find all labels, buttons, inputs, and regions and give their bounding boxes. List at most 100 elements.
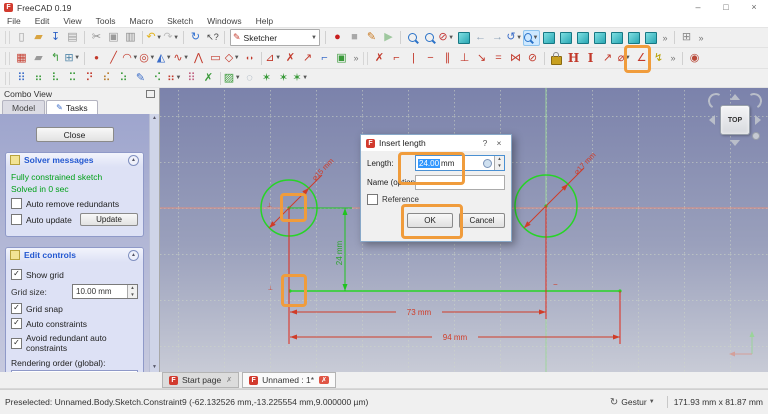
dialog-help-button[interactable]: ? [478,138,492,148]
constraint-horizontal-icon[interactable]: − [422,50,439,66]
clone-icon[interactable]: ✶▼ [292,70,309,86]
clip-plane-icon[interactable]: ⊘▼ [438,30,455,46]
constraint-toolbar-overflow-icon[interactable]: » [667,53,679,63]
bspline-icon[interactable]: ∿▼ [173,50,190,66]
constraint-horizontal-distance-icon[interactable]: H [565,50,582,66]
circle-icon[interactable]: ◎▼ [139,50,156,66]
workbench-selector[interactable]: ✎Sketcher▼ [230,29,320,46]
toolbar-grip[interactable] [5,52,10,65]
toolbar-grip[interactable] [363,52,368,65]
update-button[interactable]: Update [80,213,138,226]
sync-view-icon[interactable]: ⊞ [678,30,695,46]
macro-run-icon[interactable]: ▶ [380,30,397,46]
constraint-angle-icon[interactable]: ∠ [633,50,650,66]
constraint-symmetric-icon[interactable]: ⋈ [507,50,524,66]
constraint-diameter-icon[interactable]: ⌀▼ [616,50,633,66]
constraint-marker[interactable]: ⊥ [268,285,273,292]
rear-view-icon[interactable] [608,30,625,46]
toggle-driving-constraint-icon[interactable]: ◉ [686,50,703,66]
dim-94-label[interactable]: 94 mm [443,333,468,342]
extend-icon[interactable]: ↗ [299,50,316,66]
save-icon[interactable]: ↧ [47,30,64,46]
polygon-icon[interactable]: ◇▼ [224,50,241,66]
tab-tasks[interactable]: ✎ Tasks [46,100,97,114]
constraint-equal-icon[interactable]: = [490,50,507,66]
edit-sketch-icon[interactable]: ▰ [30,50,47,66]
nav-cube-top-face[interactable]: TOP [720,105,750,135]
ok-button[interactable]: OK [407,213,453,228]
close-task-button[interactable]: Close [36,127,114,142]
constraint-distance-icon[interactable]: ↗ [599,50,616,66]
dim-vertical-label[interactable]: 24 mm [335,240,344,265]
select-elements-icon[interactable]: ▨▼ [224,70,241,86]
close-tab-icon[interactable]: ✗ [319,376,329,384]
toolbar-grip[interactable] [5,72,10,85]
auto-remove-redundants-checkbox[interactable] [11,198,22,209]
bspline-control-polygon-icon[interactable]: ⠶ [30,70,47,86]
collapse-icon[interactable]: ▲ [128,250,139,261]
length-input[interactable]: 24.00 mm ▲ ▼ [415,155,505,171]
dialog-close-button[interactable]: × [492,138,506,148]
grid-snap-checkbox[interactable]: ✓ [11,303,22,314]
switch-virtual-space-icon[interactable]: ✶ [258,70,275,86]
view-sketch-icon[interactable]: ⊞▼ [64,50,81,66]
open-file-icon[interactable]: ▰ [30,30,47,46]
increase-knot-multiplicity-icon[interactable]: ⠪ [149,70,166,86]
menu-windows[interactable]: Windows [200,16,248,26]
nav-down-icon[interactable] [730,140,740,146]
copy-icon[interactable]: ▣ [105,30,122,46]
bspline-pole-weight-icon[interactable]: ⠝ [81,70,98,86]
view-toolbar-overflow-icon[interactable]: » [659,33,671,43]
constraint-parallel-icon[interactable]: ∥ [439,50,456,66]
edit-controls-header[interactable]: Edit controls ▲ [6,248,143,262]
menu-file[interactable]: File [0,16,28,26]
close-tab-icon[interactable]: ✗ [226,376,232,384]
rendering-order-list[interactable]: Normal GeometryConstruction GeometryExte… [11,370,138,372]
nav-left-icon[interactable] [709,115,715,125]
cancel-button[interactable]: Cancel [459,213,505,228]
axonometric-view-icon[interactable] [540,30,557,46]
constraint-marker[interactable]: − [553,280,558,289]
spin-up-icon[interactable]: ▲ [495,156,504,163]
insert-knot-icon[interactable]: ⠿ [183,70,200,86]
convert-to-bspline-icon[interactable]: ⠮ [98,70,115,86]
nav-back-icon[interactable]: ← [472,30,489,46]
show-grid-checkbox[interactable]: ✓ [11,269,22,280]
dialog-title-bar[interactable]: F Insert length ? × [361,135,511,151]
undo-icon[interactable]: ↶▼ [146,30,163,46]
box-zoom-icon[interactable] [455,30,472,46]
nav-menu-icon[interactable] [752,132,760,140]
toolbar-grip[interactable] [5,31,10,44]
spin-down-icon[interactable]: ▼ [495,163,504,170]
constraint-coincident-icon[interactable]: ✗ [371,50,388,66]
minimize-button[interactable]: – [684,0,712,15]
point-icon[interactable]: ● [88,50,105,66]
macro-stop-icon[interactable]: ■ [346,30,363,46]
front-view-icon[interactable] [557,30,574,46]
external-geometry-icon[interactable]: ⌐ [316,50,333,66]
geometry-toolbar-overflow-icon[interactable]: » [350,53,362,63]
bspline-knot-multiplicity-icon[interactable]: ⠭ [64,70,81,86]
scroll-up-icon[interactable]: ▲ [152,114,157,123]
grid-size-stepper[interactable]: 10.00 mm ▲ ▼ [72,284,138,299]
list-item[interactable]: Normal Geometry [12,371,137,372]
length-spin-buttons[interactable]: ▲ ▼ [494,156,504,170]
tab-start-page[interactable]: F Start page ✗ [162,372,239,388]
conic-icon[interactable]: ◭▼ [156,50,173,66]
tab-model[interactable]: Model [2,100,45,114]
constraint-snell-icon[interactable]: ↯ [650,50,667,66]
grid-size-spin-buttons[interactable]: ▲ ▼ [127,285,137,298]
reference-checkbox[interactable] [367,194,378,205]
new-file-icon[interactable]: ▯ [13,30,30,46]
left-view-icon[interactable] [642,30,659,46]
scroll-down-icon[interactable]: ▼ [152,363,157,372]
constraint-lock-icon[interactable] [548,50,565,66]
polyline-icon[interactable]: ⋀ [190,50,207,66]
leave-sketch-icon[interactable]: ↰ [47,50,64,66]
constraint-marker[interactable]: ⊥ [267,202,272,209]
nav-style-icon[interactable]: ↺▼ [506,30,523,46]
cut-icon[interactable]: ✂ [88,30,105,46]
create-sketch-icon[interactable]: ▦ [13,50,30,66]
dim-73-label[interactable]: 73 mm [407,308,432,317]
3d-viewport[interactable]: 24 mm 73 mm 94 mm ⌀15 mm ⌀17 mm [160,88,768,372]
